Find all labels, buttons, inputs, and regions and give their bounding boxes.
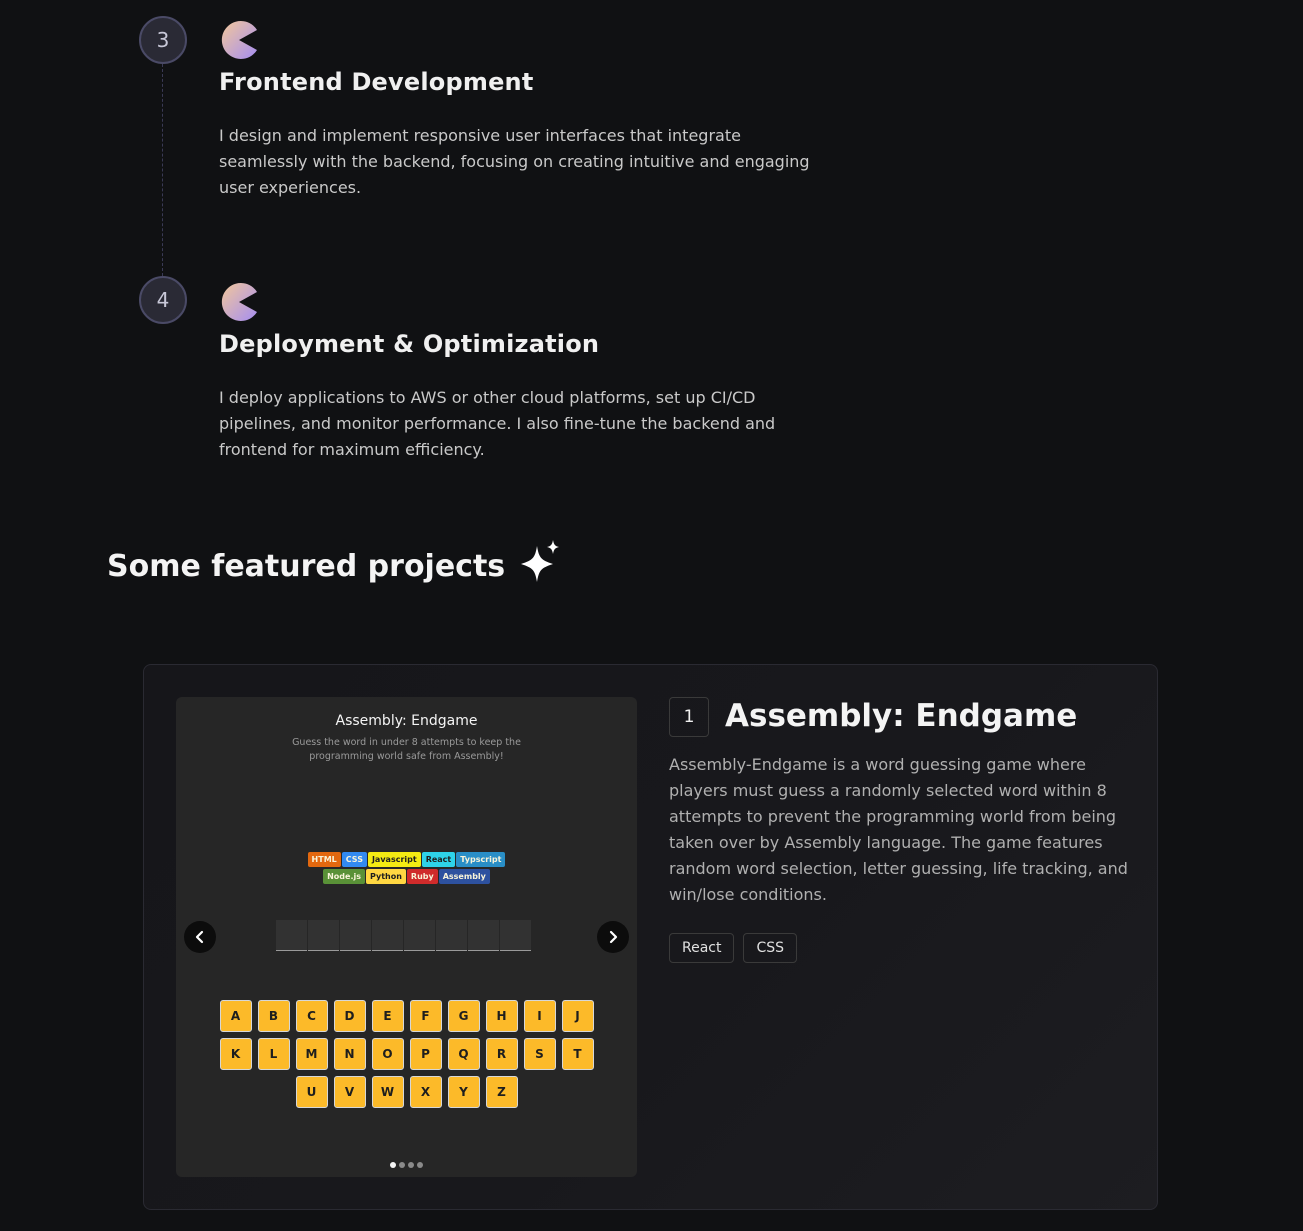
key-z[interactable]: Z	[485, 1076, 518, 1108]
key-w[interactable]: W	[371, 1076, 404, 1108]
section-title: Some featured projects	[107, 548, 506, 584]
preview-game-title: Assembly: Endgame	[335, 713, 478, 729]
language-chip: CSS	[341, 852, 367, 867]
project-number: 1	[669, 697, 709, 737]
key-d[interactable]: D	[333, 1000, 366, 1032]
section-heading: Some featured projects	[107, 540, 563, 592]
carousel-dot[interactable]	[390, 1162, 396, 1168]
step-description: I design and implement responsive user i…	[219, 126, 810, 197]
letter-slot	[372, 920, 403, 951]
key-v[interactable]: V	[333, 1076, 366, 1108]
letter-slot	[308, 920, 339, 951]
carousel-dot[interactable]	[399, 1162, 405, 1168]
preview-game-subtitle: Guess the word in under 8 attempts to ke…	[292, 737, 521, 762]
pacman-icon	[219, 20, 259, 60]
key-j[interactable]: J	[561, 1000, 594, 1032]
sparkle-icon	[519, 540, 563, 592]
project-tags: React CSS	[669, 933, 798, 963]
key-g[interactable]: G	[447, 1000, 480, 1032]
key-i[interactable]: I	[523, 1000, 556, 1032]
letter-slot	[436, 920, 467, 951]
language-chips: HTML CSS Javascript React Typscript Node.js P…	[176, 852, 637, 884]
key-n[interactable]: N	[333, 1038, 366, 1070]
language-chip: Typscript	[456, 852, 506, 867]
letter-slot	[468, 920, 499, 951]
chevron-left-icon	[195, 930, 204, 944]
tag-css: CSS	[743, 933, 798, 963]
key-o[interactable]: O	[371, 1038, 404, 1070]
step-title: Deployment & Optimization	[219, 330, 600, 358]
carousel-dot[interactable]	[417, 1162, 423, 1168]
carousel-dots	[176, 1162, 637, 1168]
project-title: Assembly: Endgame	[725, 698, 1078, 734]
key-m[interactable]: M	[295, 1038, 328, 1070]
letter-slot	[500, 920, 531, 951]
project-description: Assembly-Endgame is a word guessing game…	[669, 755, 1128, 904]
language-chip: Python	[365, 869, 406, 884]
key-l[interactable]: L	[257, 1038, 290, 1070]
key-c[interactable]: C	[295, 1000, 328, 1032]
language-chip: HTML	[307, 852, 341, 867]
step-number: 4	[139, 276, 187, 324]
language-chip: Javascript	[367, 852, 421, 867]
key-p[interactable]: P	[409, 1038, 442, 1070]
chevron-right-icon	[609, 930, 618, 944]
carousel-next-button[interactable]	[597, 921, 629, 953]
key-s[interactable]: S	[523, 1038, 556, 1070]
letter-slot	[276, 920, 307, 951]
key-a[interactable]: A	[219, 1000, 252, 1032]
step-description: I deploy applications to AWS or other cl…	[219, 388, 776, 459]
language-chip: Ruby	[406, 869, 438, 884]
timeline-connector	[162, 64, 163, 276]
key-h[interactable]: H	[485, 1000, 518, 1032]
language-chip: Assembly	[438, 869, 490, 884]
letter-slot	[404, 920, 435, 951]
carousel-dot[interactable]	[408, 1162, 414, 1168]
key-q[interactable]: Q	[447, 1038, 480, 1070]
step-number: 3	[139, 16, 187, 64]
letter-slot	[340, 920, 371, 951]
language-chip: Node.js	[323, 869, 365, 884]
key-t[interactable]: T	[561, 1038, 594, 1070]
key-e[interactable]: E	[371, 1000, 404, 1032]
language-chip: React	[421, 852, 456, 867]
keyboard: ABCDEFGHIJ KLMNOPQRST UVWXYZ	[176, 1000, 637, 1108]
key-f[interactable]: F	[409, 1000, 442, 1032]
key-u[interactable]: U	[295, 1076, 328, 1108]
word-slots	[276, 920, 531, 951]
key-x[interactable]: X	[409, 1076, 442, 1108]
key-k[interactable]: K	[219, 1038, 252, 1070]
step-title: Frontend Development	[219, 68, 534, 96]
tag-react: React	[669, 933, 735, 963]
key-r[interactable]: R	[485, 1038, 518, 1070]
project-preview-carousel: Assembly: Endgame Guess the word in unde…	[176, 697, 637, 1177]
key-y[interactable]: Y	[447, 1076, 480, 1108]
carousel-prev-button[interactable]	[184, 921, 216, 953]
key-b[interactable]: B	[257, 1000, 290, 1032]
pacman-icon	[219, 282, 259, 322]
